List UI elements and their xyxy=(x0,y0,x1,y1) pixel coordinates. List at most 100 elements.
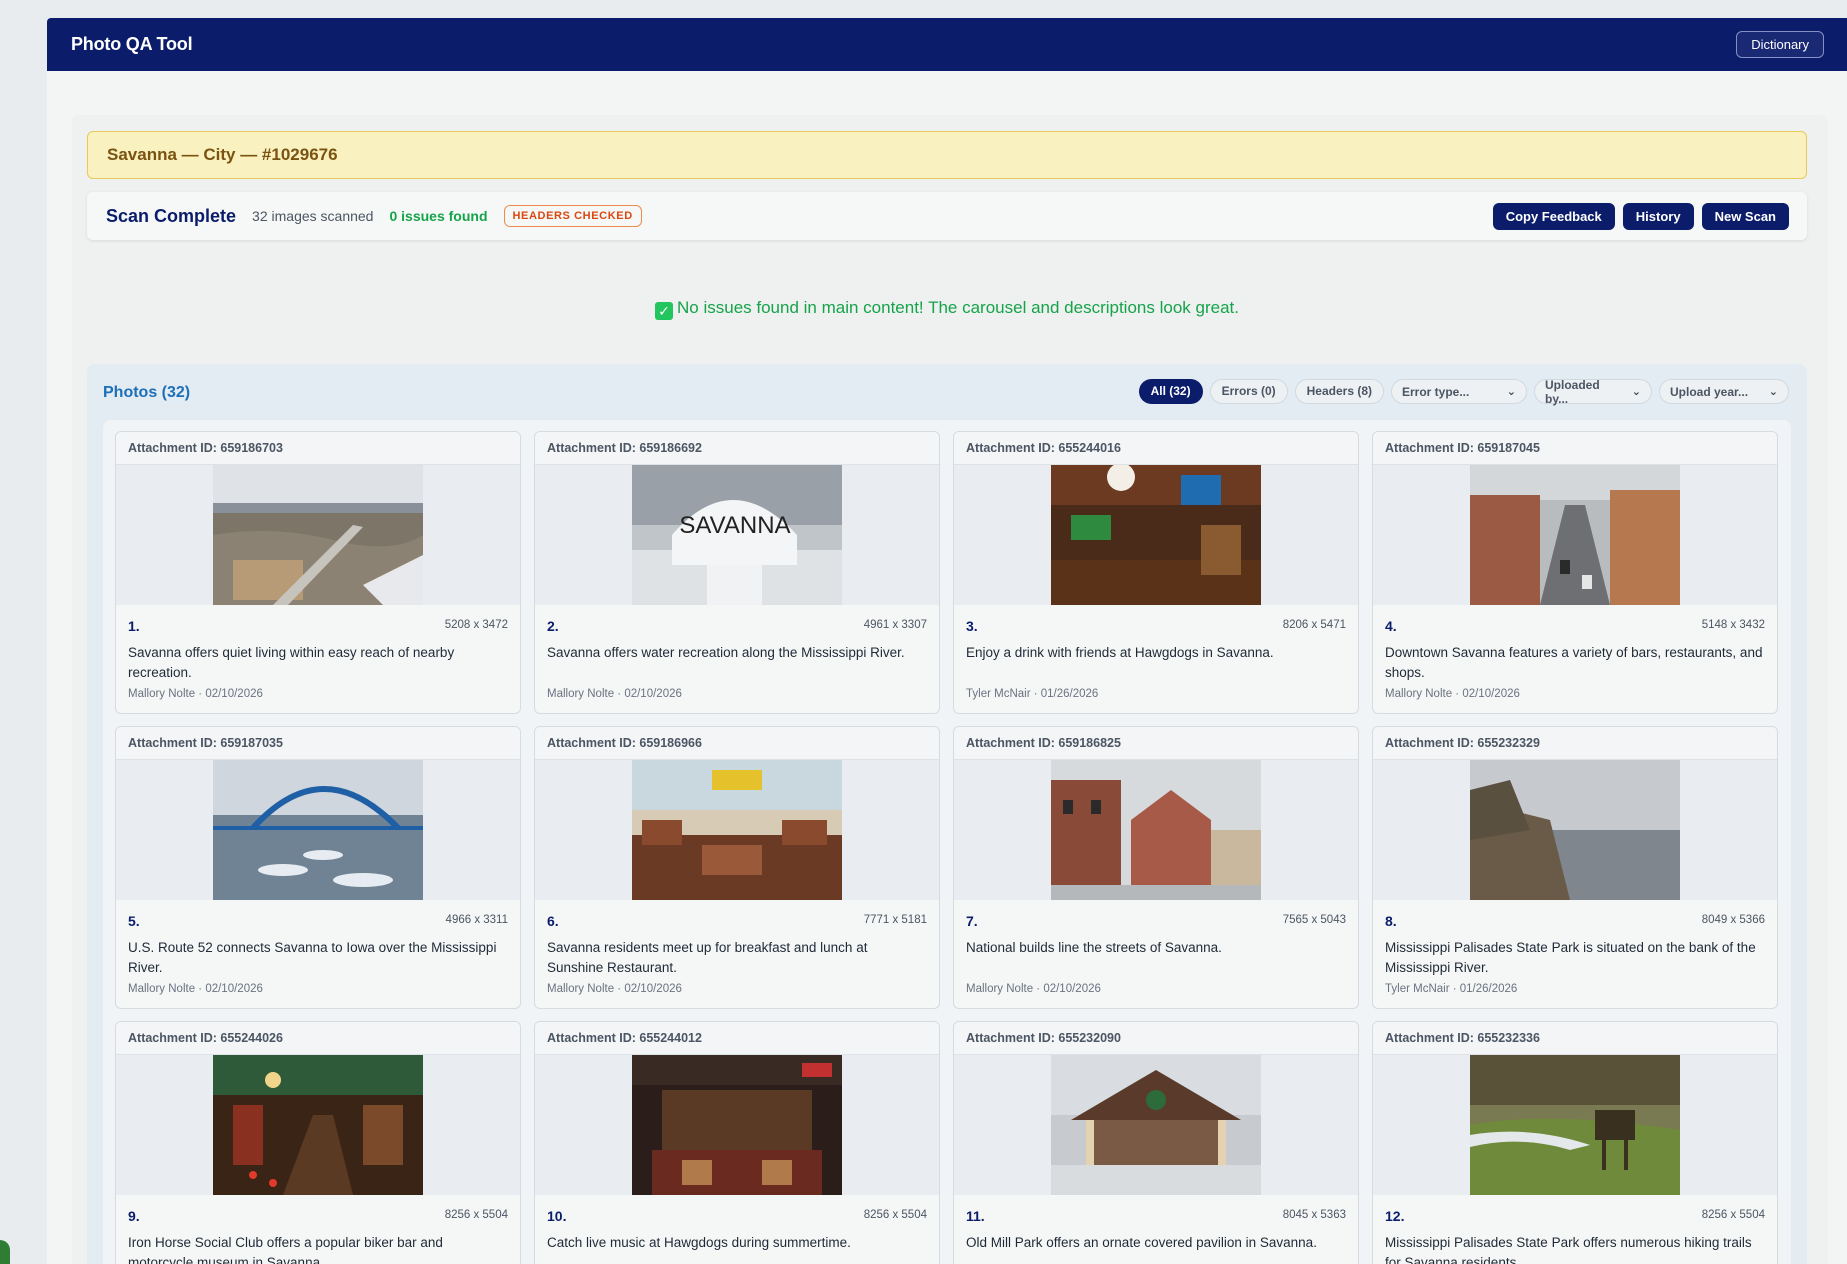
history-button[interactable]: History xyxy=(1622,202,1694,230)
images-scanned-count: 32 images scanned xyxy=(252,208,374,224)
photo-dimensions: 5148 x 3432 xyxy=(1701,619,1765,631)
scan-summary-bar: Scan Complete 32 images scanned 0 issues… xyxy=(87,192,1807,240)
photo-thumbnail[interactable] xyxy=(213,465,423,605)
photo-number: 5. xyxy=(128,913,140,929)
photo-dimensions: 8256 x 5504 xyxy=(863,1209,927,1221)
photo-dimensions: 8045 x 5363 xyxy=(1282,1209,1346,1221)
photo-dimensions: 5208 x 3472 xyxy=(444,619,508,631)
photo-thumbnail[interactable] xyxy=(1051,465,1261,605)
photo-meta: 7. 7565 x 5043 National builds line the … xyxy=(954,900,1358,1008)
upload-year-select-label: Upload year... xyxy=(1670,384,1749,399)
thumbnail-area xyxy=(1373,760,1777,900)
scan-actions: Copy Feedback History New Scan xyxy=(1492,202,1789,230)
copy-feedback-button[interactable]: Copy Feedback xyxy=(1492,202,1615,230)
photo-byline: Mallory Nolte · 02/10/2026 xyxy=(1385,688,1520,700)
photo-number: 3. xyxy=(966,618,978,634)
dictionary-button[interactable]: Dictionary xyxy=(1736,31,1824,58)
photo-card[interactable]: Attachment ID: 655244016 3. 8206 x 5471 … xyxy=(953,431,1359,714)
photo-thumbnail[interactable] xyxy=(632,1055,842,1195)
photo-byline: Mallory Nolte · 02/10/2026 xyxy=(128,983,263,995)
thumbnail-area xyxy=(535,1055,939,1195)
photo-thumbnail[interactable] xyxy=(1051,760,1261,900)
photo-number: 11. xyxy=(966,1208,985,1224)
upload-year-select[interactable]: Upload year... ⌄ xyxy=(1659,379,1789,404)
thumbnail-area xyxy=(1373,1055,1777,1195)
photo-number: 4. xyxy=(1385,618,1397,634)
photo-meta: 3. 8206 x 5471 Enjoy a drink with friend… xyxy=(954,605,1358,713)
chevron-down-icon: ⌄ xyxy=(1768,386,1778,398)
photo-card[interactable]: Attachment ID: 659187035 5. 4966 x 3311 … xyxy=(115,726,521,1009)
photo-description: Iron Horse Social Club offers a popular … xyxy=(128,1235,443,1264)
filter-errors[interactable]: Errors (0) xyxy=(1209,379,1288,404)
photo-thumbnail[interactable]: SAVANNA xyxy=(632,465,842,605)
headers-checked-badge: HEADERS CHECKED xyxy=(503,205,642,227)
photo-card[interactable]: Attachment ID: 659187045 4. 5148 x 3432 … xyxy=(1372,431,1778,714)
photo-meta: 6. 7771 x 5181 Savanna residents meet up… xyxy=(535,900,939,1008)
photo-card[interactable]: Attachment ID: 655232090 11. 8045 x 5363… xyxy=(953,1021,1359,1264)
photo-thumbnail[interactable] xyxy=(213,1055,423,1195)
photo-meta: 8. 8049 x 5366 Mississippi Palisades Sta… xyxy=(1373,900,1777,1008)
photo-meta: 9. 8256 x 5504 Iron Horse Social Club of… xyxy=(116,1195,520,1264)
photo-number: 7. xyxy=(966,913,978,929)
photo-dimensions: 4961 x 3307 xyxy=(863,619,927,631)
photo-thumbnail[interactable] xyxy=(1470,760,1680,900)
check-mark-icon: ✓ xyxy=(655,302,674,320)
photo-card[interactable]: Attachment ID: 659186825 7. 7565 x 5043 … xyxy=(953,726,1359,1009)
attachment-id: Attachment ID: 655232329 xyxy=(1373,727,1777,760)
photo-card[interactable]: Attachment ID: 655232329 8. 8049 x 5366 … xyxy=(1372,726,1778,1009)
photo-description: U.S. Route 52 connects Savanna to Iowa o… xyxy=(128,940,497,975)
photo-thumbnail[interactable] xyxy=(1470,465,1680,605)
photos-panel: Photos (32) All (32) Errors (0) Headers … xyxy=(87,364,1807,1264)
chevron-down-icon: ⌄ xyxy=(1631,386,1641,398)
photo-thumbnail[interactable] xyxy=(1470,1055,1680,1195)
thumbnail-area xyxy=(535,760,939,900)
photo-dimensions: 7565 x 5043 xyxy=(1282,914,1346,926)
photo-dimensions: 8049 x 5366 xyxy=(1701,914,1765,926)
photo-number: 1. xyxy=(128,618,140,634)
success-message: ✓ No issues found in main content! The ca… xyxy=(87,298,1807,320)
photo-card[interactable]: Attachment ID: 659186692 SAVANNA 2. 4961… xyxy=(534,431,940,714)
filter-headers[interactable]: Headers (8) xyxy=(1294,379,1384,404)
uploaded-by-select[interactable]: Uploaded by... ⌄ xyxy=(1534,378,1652,406)
photo-meta: 5. 4966 x 3311 U.S. Route 52 connects Sa… xyxy=(116,900,520,1008)
attachment-id: Attachment ID: 655244026 xyxy=(116,1022,520,1055)
photo-number: 9. xyxy=(128,1208,140,1224)
photo-thumbnail[interactable] xyxy=(632,760,842,900)
attachment-id: Attachment ID: 655232090 xyxy=(954,1022,1358,1055)
success-text: No issues found in main content! The car… xyxy=(677,298,1239,317)
photo-description: Catch live music at Hawgdogs during summ… xyxy=(547,1235,851,1250)
new-scan-button[interactable]: New Scan xyxy=(1701,202,1789,230)
attachment-id: Attachment ID: 655244016 xyxy=(954,432,1358,465)
chevron-down-icon: ⌄ xyxy=(1506,386,1516,398)
photo-dimensions: 8256 x 5504 xyxy=(444,1209,508,1221)
photo-meta: 1. 5208 x 3472 Savanna offers quiet livi… xyxy=(116,605,520,713)
photo-meta: 12. 8256 x 5504 Mississippi Palisades St… xyxy=(1373,1195,1777,1264)
photo-card[interactable]: Attachment ID: 659186966 6. 7771 x 5181 … xyxy=(534,726,940,1009)
photo-description: Downtown Savanna features a variety of b… xyxy=(1385,645,1763,680)
tower-text: SAVANNA xyxy=(679,512,790,539)
filter-all[interactable]: All (32) xyxy=(1138,379,1203,404)
photo-byline: Tyler McNair · 01/26/2026 xyxy=(1385,983,1518,995)
photo-description: Mississippi Palisades State Park is situ… xyxy=(1385,940,1756,975)
photo-card[interactable]: Attachment ID: 655232336 12. 8256 x 5504… xyxy=(1372,1021,1778,1264)
photo-card[interactable]: Attachment ID: 655244012 10. 8256 x 5504… xyxy=(534,1021,940,1264)
top-bar: Photo QA Tool Dictionary xyxy=(47,18,1847,71)
photo-grid-container: Attachment ID: 659186703 1. 5208 x 3472 … xyxy=(103,420,1791,1264)
photo-meta: 10. 8256 x 5504 Catch live music at Hawg… xyxy=(535,1195,939,1264)
photo-thumbnail[interactable] xyxy=(213,760,423,900)
photo-meta: 2. 4961 x 3307 Savanna offers water recr… xyxy=(535,605,939,713)
photo-meta: 4. 5148 x 3432 Downtown Savanna features… xyxy=(1373,605,1777,713)
photo-dimensions: 8256 x 5504 xyxy=(1701,1209,1765,1221)
photo-card[interactable]: Attachment ID: 659186703 1. 5208 x 3472 … xyxy=(115,431,521,714)
photo-dimensions: 4966 x 3311 xyxy=(445,914,508,926)
photo-number: 8. xyxy=(1385,913,1397,929)
issues-found-count: 0 issues found xyxy=(389,208,488,224)
thumbnail-area xyxy=(954,1055,1358,1195)
attachment-id: Attachment ID: 659187035 xyxy=(116,727,520,760)
error-type-select[interactable]: Error type... ⌄ xyxy=(1391,379,1527,404)
photo-thumbnail[interactable] xyxy=(1051,1055,1261,1195)
photo-card[interactable]: Attachment ID: 655244026 9. 8256 x 5504 … xyxy=(115,1021,521,1264)
thumbnail-area xyxy=(1373,465,1777,605)
attachment-id: Attachment ID: 659186703 xyxy=(116,432,520,465)
app-title: Photo QA Tool xyxy=(71,34,193,54)
